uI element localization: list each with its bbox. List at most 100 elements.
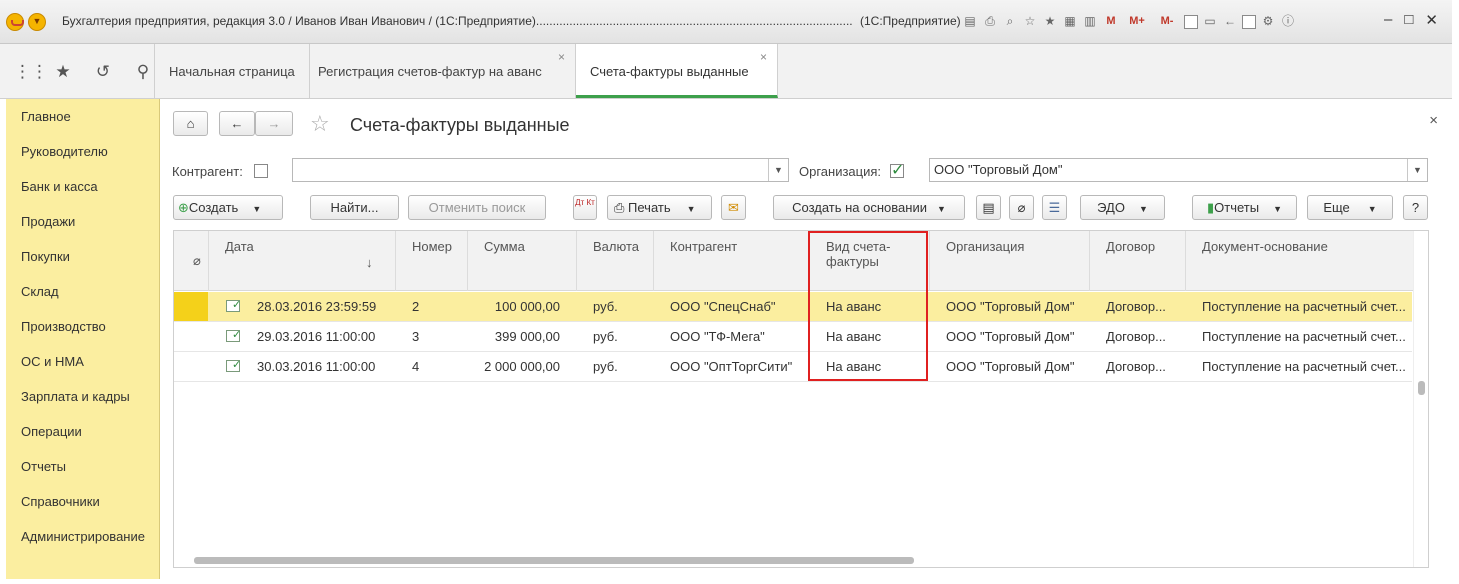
forward-button[interactable]: → <box>255 111 293 136</box>
paperclip-icon: ⌀ <box>1017 200 1026 215</box>
tab-advance-invoices[interactable]: Регистрация счетов-фактур на аванс × <box>304 44 576 98</box>
calendar-icon[interactable]: ▥ <box>1082 12 1098 30</box>
reports-button[interactable]: ▮Отчеты ▼ <box>1192 195 1297 220</box>
sidebar-item-purchases[interactable]: Покупки <box>6 239 159 274</box>
table-row[interactable]: 28.03.2016 23:59:59 2 100 000,00 руб. ОО… <box>174 292 1412 322</box>
cell-date: 29.03.2016 11:00:00 <box>257 329 376 344</box>
sidebar-item-fixed-assets[interactable]: ОС и НМА <box>6 344 159 379</box>
create-based-on-button[interactable]: Создать на основании ▼ <box>773 195 965 220</box>
tab-issued-invoices[interactable]: Счета-фактуры выданные × <box>576 44 778 98</box>
memory-mplus-button[interactable]: M+ <box>1124 12 1150 30</box>
sidebar-item-admin[interactable]: Администрирование <box>6 519 159 554</box>
back-button[interactable]: ← <box>219 111 255 136</box>
column-basis-document[interactable]: Документ-основание <box>1186 231 1412 291</box>
dtkt-button[interactable]: Дт Кт <box>573 195 597 220</box>
table-row[interactable]: 29.03.2016 11:00:00 3 399 000,00 руб. ОО… <box>174 322 1412 352</box>
save-icon[interactable]: ▤ <box>962 12 978 30</box>
close-form-icon[interactable]: × <box>1429 112 1438 129</box>
sidebar-item-warehouse[interactable]: Склад <box>6 274 159 309</box>
email-button[interactable]: ✉ <box>721 195 746 220</box>
sidebar-item-operations[interactable]: Операции <box>6 414 159 449</box>
sidebar-item-sales[interactable]: Продажи <box>6 204 159 239</box>
calculator-icon[interactable]: ▦ <box>1062 12 1078 30</box>
attachment-button[interactable]: ⌀ <box>1009 195 1034 220</box>
edo-button[interactable]: ЭДО ▼ <box>1080 195 1165 220</box>
arrow-right-icon: → <box>267 116 281 131</box>
cell-currency: руб. <box>593 329 618 344</box>
column-sum[interactable]: Сумма <box>468 231 577 291</box>
envelope-icon: ✉ <box>728 200 739 215</box>
preview-icon[interactable]: ⌕ <box>1002 12 1018 30</box>
column-label: Дата <box>225 239 254 254</box>
counterparty-field[interactable]: ▼ <box>292 158 789 182</box>
sidebar-item-bank[interactable]: Банк и касса <box>6 169 159 204</box>
vertical-scrollbar[interactable] <box>1413 231 1428 567</box>
scroll-thumb[interactable] <box>1418 381 1425 395</box>
close-window-icon[interactable]: ✕ <box>1425 11 1438 29</box>
horizontal-scrollbar[interactable] <box>174 553 1412 567</box>
cell-organization: ООО "Торговый Дом" <box>946 299 1075 314</box>
table-icon: ☰ <box>1048 200 1061 215</box>
sidebar-item-payroll[interactable]: Зарплата и кадры <box>6 379 159 414</box>
tab-label: Регистрация счетов-фактур на аванс <box>318 64 542 79</box>
table-button[interactable]: ☰ <box>1042 195 1067 220</box>
column-counterparty[interactable]: Контрагент <box>654 231 810 291</box>
history-icon[interactable]: ↺ <box>94 62 112 82</box>
main-menu-icon[interactable]: ▼ <box>28 13 46 31</box>
cancel-search-button[interactable]: Отменить поиск <box>408 195 546 220</box>
memory-mminus-button[interactable]: M- <box>1154 12 1180 30</box>
back-arrow-icon[interactable]: ← <box>1222 12 1238 30</box>
tab-home[interactable]: Начальная страница <box>155 44 310 98</box>
sidebar-item-main[interactable]: Главное <box>6 99 159 134</box>
column-number[interactable]: Номер <box>396 231 468 291</box>
cell-sum: 2 000 000,00 <box>484 359 560 374</box>
close-tab-icon[interactable]: × <box>558 30 565 85</box>
favorites-icon[interactable]: ★ <box>1042 12 1058 30</box>
titlebar-toolbar: ▤ ⎙ ⌕ ☆ ★ ▦ ▥ M M+ M- ▭ ← ⚙ ⓘ <box>962 12 1296 30</box>
organization-field[interactable]: ООО "Торговый Дом" ▼ <box>929 158 1428 182</box>
memory-m-button[interactable]: M <box>1102 12 1120 30</box>
main-panel: ⌂ ← → ☆ Счета-фактуры выданные × Контраг… <box>160 99 1452 579</box>
more-button[interactable]: Еще ▼ <box>1307 195 1393 220</box>
print-button[interactable]: ⎙ Печать ▼ <box>607 195 712 220</box>
cell-organization: ООО "Торговый Дом" <box>946 359 1075 374</box>
sidebar-item-production[interactable]: Производство <box>6 309 159 344</box>
title-bar: ▼ Бухгалтерия предприятия, редакция 3.0 … <box>0 0 1452 44</box>
help-button[interactable]: ? <box>1403 195 1428 220</box>
sidebar-item-catalogs[interactable]: Справочники <box>6 484 159 519</box>
find-button[interactable]: Найти... <box>310 195 399 220</box>
cell-number: 3 <box>412 329 420 344</box>
table-row[interactable]: 30.03.2016 11:00:00 4 2 000 000,00 руб. … <box>174 352 1412 382</box>
settings-icon[interactable]: ⚙ <box>1260 12 1276 30</box>
print-label: Печать <box>628 200 671 215</box>
favorites-add-icon[interactable]: ☆ <box>1022 12 1038 30</box>
home-button[interactable]: ⌂ <box>173 111 208 136</box>
panel-icon[interactable] <box>1242 15 1256 29</box>
favorite-star-icon[interactable]: ☆ <box>310 111 330 137</box>
organization-checkbox[interactable] <box>890 160 904 180</box>
scroll-thumb[interactable] <box>194 557 914 564</box>
folder-icon[interactable]: ▭ <box>1202 12 1218 30</box>
apps-grid-icon[interactable]: ⋮⋮ <box>14 62 48 82</box>
print-icon[interactable]: ⎙ <box>982 12 998 30</box>
document-list-button[interactable]: ▤ <box>976 195 1001 220</box>
sidebar-item-reports[interactable]: Отчеты <box>6 449 159 484</box>
search-icon[interactable]: ⚲ <box>134 62 152 82</box>
column-date[interactable]: Дата ↓ <box>209 231 396 291</box>
column-organization[interactable]: Организация <box>930 231 1090 291</box>
dropdown-icon[interactable]: ▼ <box>768 159 788 181</box>
app-logo-icon[interactable] <box>6 13 24 31</box>
column-currency[interactable]: Валюта <box>577 231 654 291</box>
dropdown-icon[interactable]: ▼ <box>1407 159 1427 181</box>
home-icon: ⌂ <box>186 116 195 131</box>
counterparty-checkbox[interactable] <box>254 164 268 178</box>
close-tab-icon[interactable]: × <box>760 30 767 85</box>
sidebar-item-manager[interactable]: Руководителю <box>6 134 159 169</box>
maximize-icon[interactable]: □ <box>1404 11 1413 29</box>
info-icon[interactable]: ⓘ <box>1280 12 1296 30</box>
favorites-star-icon[interactable]: ★ <box>54 62 72 82</box>
create-button[interactable]: ⊕Создать ▼ <box>173 195 283 220</box>
column-contract[interactable]: Договор <box>1090 231 1186 291</box>
minimize-icon[interactable]: – <box>1384 11 1392 29</box>
new-window-icon[interactable] <box>1184 15 1198 29</box>
